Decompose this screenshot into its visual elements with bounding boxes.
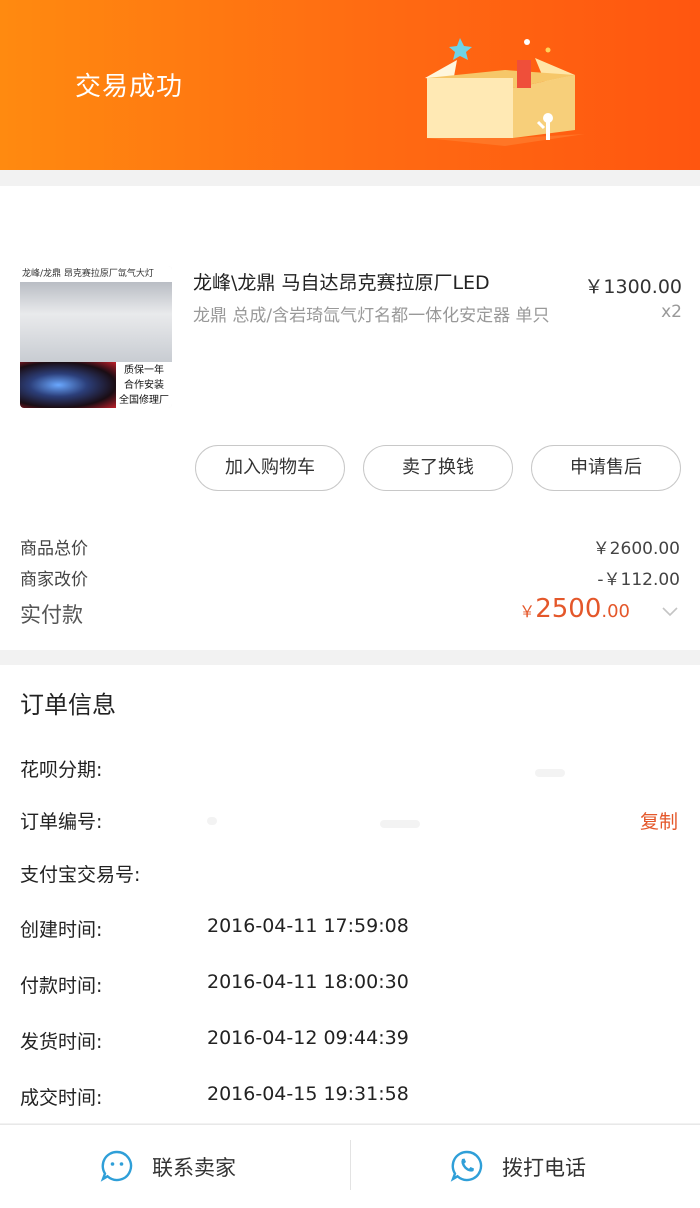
shipped-time-value: 2016-04-12 09:44:39: [207, 1027, 409, 1049]
redacted-value: [380, 820, 420, 828]
installment-label: 花呗分期:: [20, 759, 103, 781]
thumbnail-caption: 龙峰/龙鼎 昂克赛拉原厂氙气大灯: [20, 266, 172, 282]
product-thumbnail[interactable]: 龙峰/龙鼎 昂克赛拉原厂氙气大灯 质保一年 合作安装 全国修理厂: [20, 266, 172, 408]
phone-icon: [450, 1150, 483, 1182]
status-title: 交易成功: [75, 72, 184, 102]
goods-total-value: ￥2600.00: [592, 539, 680, 559]
contact-seller-button[interactable]: 联系卖家: [0, 1125, 350, 1208]
paid-time-label: 付款时间:: [20, 975, 103, 997]
discount-label: 商家改价: [20, 570, 88, 590]
paid-label: 实付款: [20, 603, 83, 627]
created-time-label: 创建时间:: [20, 919, 103, 941]
call-phone-button[interactable]: 拨打电话: [350, 1125, 700, 1208]
headlamp-image: [20, 362, 116, 408]
chat-bubble-icon: [100, 1150, 133, 1182]
product-spec: 龙鼎 总成/含岩琦氙气灯名都一体化安定器 单只: [193, 306, 550, 326]
shipped-time-label: 发货时间:: [20, 1031, 103, 1053]
contact-seller-label: 联系卖家: [152, 1156, 236, 1180]
created-time-value: 2016-04-11 17:59:08: [207, 915, 409, 937]
paid-time-value: 2016-04-11 18:00:30: [207, 971, 409, 993]
car-image: [20, 282, 172, 362]
goods-total-label: 商品总价: [20, 539, 88, 559]
order-info-title: 订单信息: [20, 691, 116, 719]
product-card: 龙峰/龙鼎 昂克赛拉原厂氙气大灯 质保一年 合作安装 全国修理厂 龙峰\龙鼎 马…: [0, 186, 700, 650]
thumbnail-badge: 质保一年 合作安装 全国修理厂: [116, 362, 172, 408]
goods-total-row: 商品总价 ￥2600.00: [20, 534, 680, 559]
order-number-label: 订单编号:: [20, 811, 103, 833]
product-title[interactable]: 龙峰\龙鼎 马自达昂克赛拉原厂LED: [193, 270, 553, 296]
order-info-section: 订单信息 花呗分期: 订单编号: 复制 支付宝交易号: 创建时间: 2016-0…: [0, 665, 700, 1123]
discount-value: -￥112.00: [597, 570, 680, 590]
sell-item-button[interactable]: 卖了换钱: [363, 445, 513, 491]
redacted-value: [535, 769, 565, 777]
add-to-cart-button[interactable]: 加入购物车: [195, 445, 345, 491]
completed-time-label: 成交时间:: [20, 1087, 103, 1109]
bottom-action-bar: 联系卖家 拨打电话: [0, 1124, 700, 1208]
discount-row: 商家改价 -￥112.00: [20, 565, 680, 590]
completed-time-value: 2016-04-15 19:31:58: [207, 1083, 409, 1105]
alipay-trade-number-label: 支付宝交易号:: [20, 864, 141, 886]
chevron-down-icon[interactable]: [662, 604, 678, 620]
call-phone-label: 拨打电话: [502, 1156, 586, 1180]
product-price: ￥1300.00: [584, 276, 682, 298]
product-quantity: x2: [661, 302, 682, 322]
after-sale-button[interactable]: 申请售后: [531, 445, 681, 491]
paid-amount: ￥2500.00: [519, 594, 630, 624]
redacted-value: [207, 817, 217, 825]
order-status-header: 交易成功: [0, 0, 700, 170]
gift-box-icon: [425, 38, 585, 146]
copy-order-number-button[interactable]: 复制: [640, 807, 678, 834]
